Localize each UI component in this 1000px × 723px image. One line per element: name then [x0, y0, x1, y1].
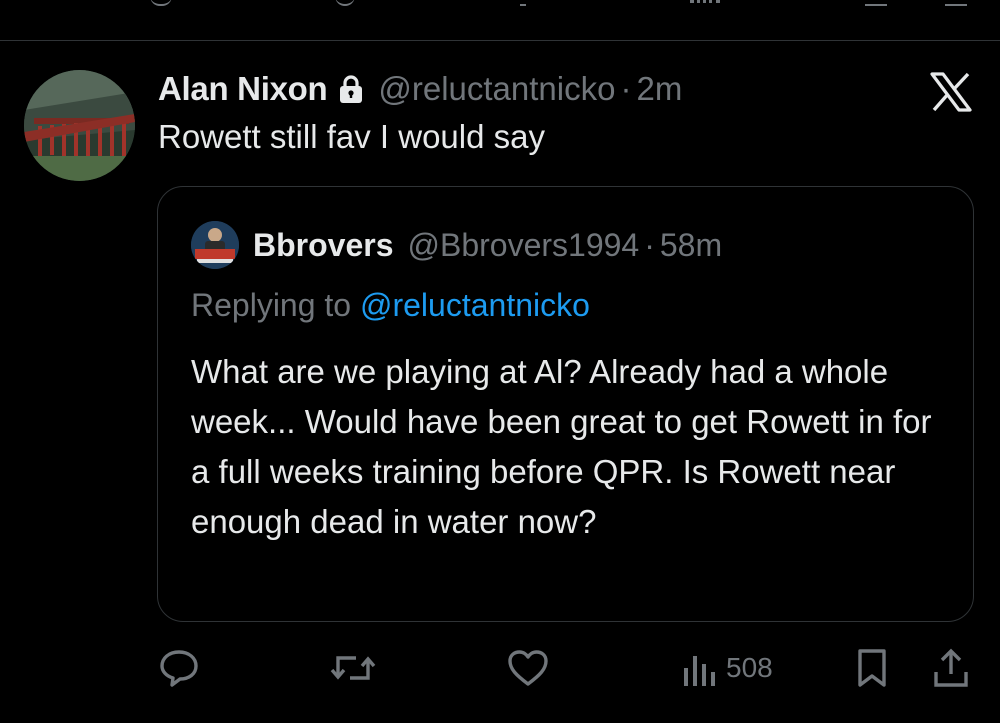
- bookmark-button[interactable]: [856, 648, 888, 688]
- author-handle[interactable]: @reluctantnicko: [378, 70, 615, 108]
- tweet-header: Alan Nixon @reluctantnicko · 2m: [158, 66, 682, 112]
- quoted-tweet-time[interactable]: 58m: [660, 227, 722, 264]
- tweet-time[interactable]: 2m: [636, 70, 682, 108]
- tweet-action-bar: 508: [0, 640, 1000, 696]
- separator-dot: ·: [620, 70, 632, 107]
- quoted-tweet-header: Bbrovers @Bbrovers1994 · 58m: [191, 221, 722, 269]
- tweet-text: Rowett still fav I would say: [158, 118, 545, 155]
- quoted-tweet-text: What are we playing at Al? Already had a…: [191, 353, 932, 540]
- quoted-author-name[interactable]: Bbrovers: [253, 227, 394, 264]
- bookmark-icon: [856, 648, 888, 688]
- share-button[interactable]: [932, 648, 970, 688]
- avatar[interactable]: [24, 70, 135, 181]
- lock-icon: [338, 74, 364, 104]
- quoted-avatar[interactable]: [191, 221, 239, 269]
- tweet-screen: Alan Nixon @reluctantnicko · 2m Rowett s…: [0, 0, 1000, 723]
- author-name[interactable]: Alan Nixon: [158, 70, 328, 108]
- replying-to-mention[interactable]: @reluctantnicko: [360, 287, 590, 323]
- replying-to: Replying to @reluctantnicko: [191, 287, 590, 324]
- views-button[interactable]: 508: [682, 648, 773, 688]
- previous-tweet-action-bar: [0, 0, 1000, 12]
- divider: [0, 40, 1000, 41]
- quoted-tweet-card[interactable]: Bbrovers @Bbrovers1994 · 58m Replying to…: [157, 186, 974, 622]
- like-button[interactable]: [506, 648, 550, 688]
- x-logo-icon: [930, 72, 972, 112]
- views-count: 508: [726, 652, 773, 683]
- reply-icon: [158, 648, 200, 688]
- quoted-author-handle[interactable]: @Bbrovers1994: [408, 227, 640, 264]
- retweet-button[interactable]: [330, 648, 376, 688]
- share-icon: [932, 648, 970, 688]
- like-icon: [506, 648, 550, 688]
- replying-to-label: Replying to: [191, 287, 360, 323]
- quoted-separator-dot: ·: [644, 226, 655, 263]
- views-icon: [682, 648, 716, 688]
- retweet-icon: [330, 648, 376, 688]
- reply-button[interactable]: [158, 648, 200, 688]
